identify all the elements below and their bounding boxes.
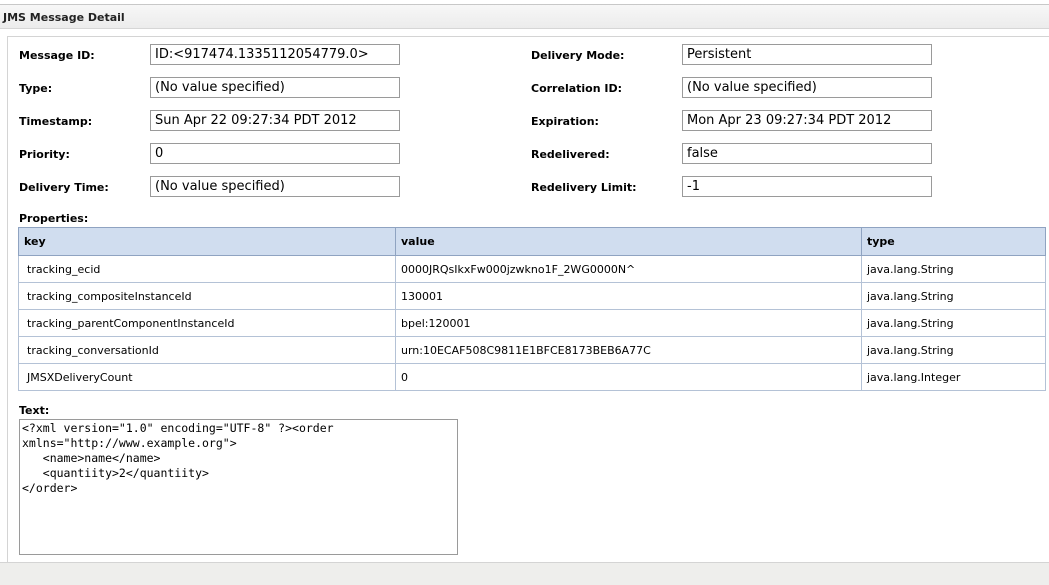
cell-key: tracking_parentComponentInstanceId	[18, 309, 396, 337]
cell-type: java.lang.String	[861, 309, 1046, 337]
correlation-id-field[interactable]: (No value specified)	[682, 77, 932, 98]
properties-label: Properties:	[19, 212, 89, 225]
table-header-row: key value type	[18, 227, 1046, 256]
delivery-mode-field[interactable]: Persistent	[682, 44, 932, 65]
table-row[interactable]: tracking_compositeInstanceId 130001 java…	[18, 282, 1046, 310]
table-row[interactable]: tracking_conversationId urn:10ECAF508C98…	[18, 336, 1046, 364]
redelivered-field[interactable]: false	[682, 143, 932, 164]
cell-value: bpel:120001	[395, 309, 862, 337]
table-row[interactable]: tracking_parentComponentInstanceId bpel:…	[18, 309, 1046, 337]
timestamp-label: Timestamp:	[19, 115, 93, 128]
cell-type: java.lang.Integer	[861, 363, 1046, 391]
redelivery-limit-field[interactable]: -1	[682, 176, 932, 197]
priority-field[interactable]: 0	[150, 143, 400, 164]
message-id-label: Message ID:	[19, 49, 95, 62]
table-row[interactable]: JMSXDeliveryCount 0 java.lang.Integer	[18, 363, 1046, 391]
delivery-time-field[interactable]: (No value specified)	[150, 176, 400, 197]
priority-label: Priority:	[19, 148, 70, 161]
redelivery-limit-label: Redelivery Limit:	[531, 181, 637, 194]
column-header-type[interactable]: type	[861, 227, 1046, 256]
column-header-key[interactable]: key	[18, 227, 396, 256]
column-header-value[interactable]: value	[395, 227, 862, 256]
message-text-area[interactable]: <?xml version="1.0" encoding="UTF-8" ?><…	[19, 419, 458, 555]
cell-type: java.lang.String	[861, 282, 1046, 310]
cell-key: tracking_ecid	[18, 255, 396, 283]
page-title: JMS Message Detail	[3, 11, 125, 24]
cell-value: 0000JRQsIkxFw000jzwkno1F_2WG0000N^	[395, 255, 862, 283]
properties-table: key value type tracking_ecid 0000JRQsIkx…	[18, 227, 1046, 391]
cell-key: tracking_conversationId	[18, 336, 396, 364]
cell-value: urn:10ECAF508C9811E1BFCE8173BEB6A77C	[395, 336, 862, 364]
expiration-field[interactable]: Mon Apr 23 09:27:34 PDT 2012	[682, 110, 932, 131]
delivery-mode-label: Delivery Mode:	[531, 49, 625, 62]
message-id-field[interactable]: ID:<917474.1335112054779.0>	[150, 44, 400, 65]
footer-bar	[0, 562, 1049, 585]
text-label: Text:	[19, 404, 50, 417]
type-field[interactable]: (No value specified)	[150, 77, 400, 98]
cell-type: java.lang.String	[861, 255, 1046, 283]
delivery-time-label: Delivery Time:	[19, 181, 109, 194]
cell-key: JMSXDeliveryCount	[18, 363, 396, 391]
correlation-id-label: Correlation ID:	[531, 82, 623, 95]
cell-key: tracking_compositeInstanceId	[18, 282, 396, 310]
type-label: Type:	[19, 82, 53, 95]
redelivered-label: Redelivered:	[531, 148, 610, 161]
cell-type: java.lang.String	[861, 336, 1046, 364]
table-row[interactable]: tracking_ecid 0000JRQsIkxFw000jzwkno1F_2…	[18, 255, 1046, 283]
timestamp-field[interactable]: Sun Apr 22 09:27:34 PDT 2012	[150, 110, 400, 131]
cell-value: 130001	[395, 282, 862, 310]
cell-value: 0	[395, 363, 862, 391]
panel-header: JMS Message Detail	[0, 5, 1049, 29]
expiration-label: Expiration:	[531, 115, 599, 128]
